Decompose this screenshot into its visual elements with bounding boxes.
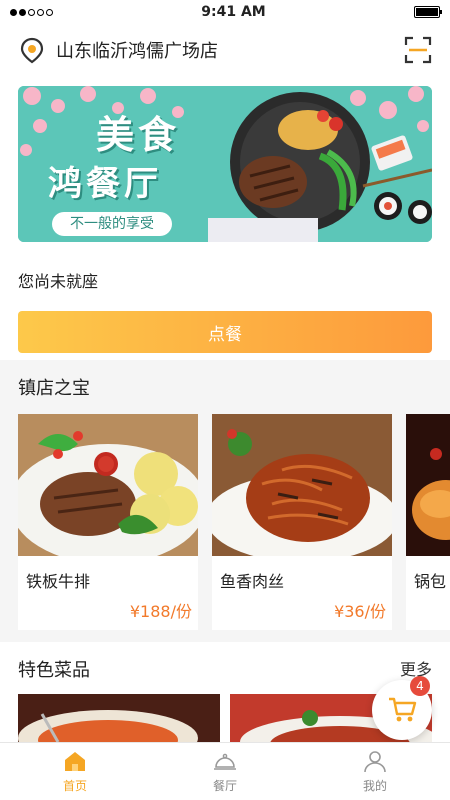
banner-slogan: 不一般的享受	[52, 212, 172, 236]
tab-restaurant[interactable]: 餐厅	[150, 743, 300, 800]
dish-name: 锅包	[414, 572, 447, 591]
signal-icon	[10, 8, 53, 16]
dish-price: ¥188/份	[129, 602, 192, 621]
battery-icon	[414, 6, 442, 18]
top-card: 美食 鸿餐厅 不一般的享受 您尚未就座 点餐	[0, 76, 450, 360]
dish-image-steak	[18, 414, 198, 564]
tab-label: 餐厅	[212, 779, 237, 793]
dish-card[interactable]: 锅包	[406, 414, 450, 630]
scan-icon[interactable]	[404, 36, 432, 64]
tab-mine[interactable]: 我的	[300, 743, 450, 800]
section-title-signature: 镇店之宝	[18, 378, 90, 399]
dish-image-guobaorou	[406, 414, 450, 556]
dish-name: 铁板牛排	[26, 572, 91, 591]
tab-home[interactable]: 首页	[0, 743, 150, 800]
dish-price: ¥36/份	[334, 602, 386, 621]
order-button[interactable]: 点餐	[18, 311, 432, 353]
section-title-featured: 特色菜品	[18, 660, 90, 681]
location-pin-icon[interactable]	[18, 36, 46, 64]
banner-title-line2: 鸿餐厅	[48, 164, 162, 204]
banner-title-line1: 美食	[96, 112, 181, 157]
cart-count-badge: 4	[410, 676, 430, 696]
status-bar: 9:41 AM	[0, 0, 450, 24]
home-icon	[65, 752, 85, 771]
cart-button[interactable]: 4	[372, 676, 432, 740]
dish-card[interactable]: 鱼香肉丝 ¥36/份	[212, 414, 392, 630]
store-header: 山东临沂鸿儒广场店	[0, 24, 450, 76]
promo-banner[interactable]: 美食 鸿餐厅 不一般的享受	[18, 86, 432, 242]
store-name[interactable]: 山东临沂鸿儒广场店	[56, 37, 218, 63]
dish-image-shredded-pork	[212, 414, 392, 562]
cart-icon	[389, 697, 417, 722]
signature-dishes-section: 镇店之宝 铁板牛排 ¥188/份 鱼香肉丝 ¥36/份 锅包	[0, 360, 450, 642]
seat-status-text: 您尚未就座	[18, 272, 99, 291]
status-time: 9:41 AM	[201, 4, 266, 20]
tab-label: 我的	[362, 779, 387, 793]
bottom-tab-bar: 首页 餐厅 我的	[0, 742, 450, 800]
dish-name: 鱼香肉丝	[220, 572, 285, 591]
dining-bell-icon	[214, 753, 236, 770]
dish-card[interactable]: 铁板牛排 ¥188/份	[18, 414, 198, 630]
tab-label: 首页	[62, 779, 87, 793]
featured-dish-image[interactable]	[18, 694, 220, 742]
user-icon	[364, 751, 386, 773]
